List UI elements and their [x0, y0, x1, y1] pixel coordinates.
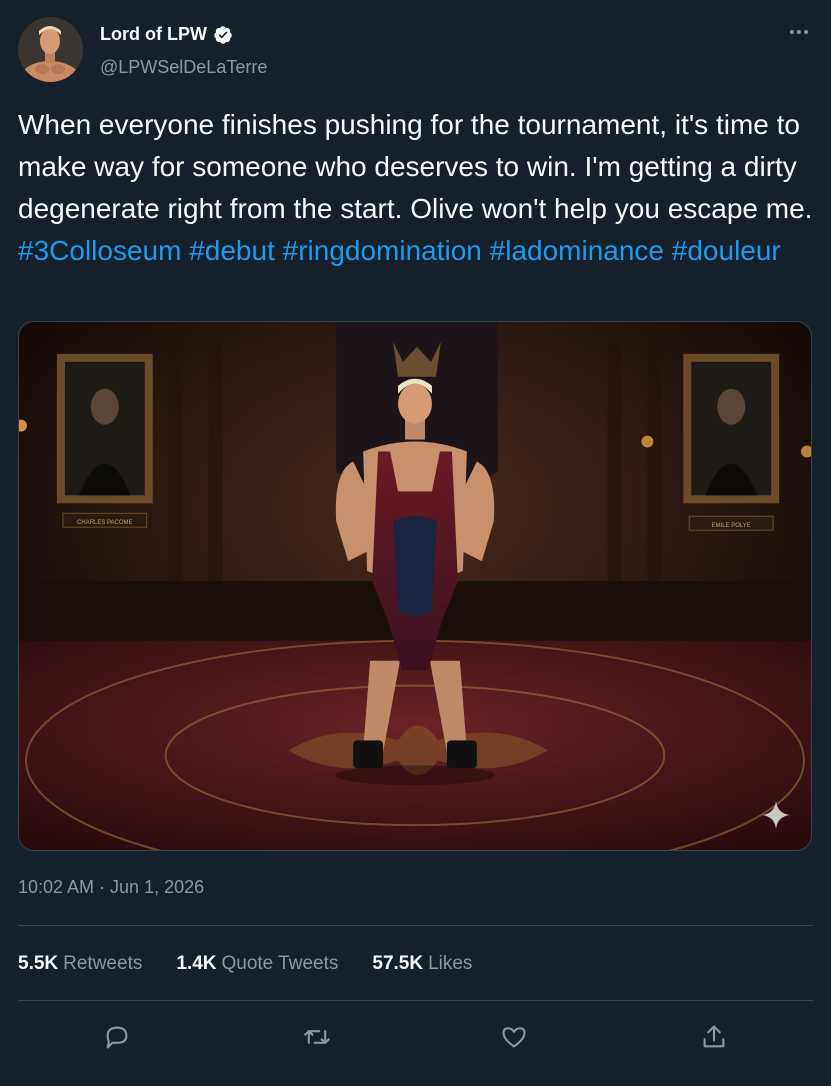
- likes-stat[interactable]: 57.5K Likes: [372, 953, 472, 975]
- wrestler-scene: CHARLES PACOME EMILE POLYE: [19, 322, 811, 850]
- more-icon[interactable]: [787, 22, 811, 42]
- sparkle-icon: [761, 800, 791, 830]
- like-button[interactable]: [494, 1017, 534, 1057]
- hashtag-link[interactable]: #ringdomination: [283, 235, 482, 266]
- tweet-timestamp[interactable]: 10:02 AM · Jun 1, 2026: [18, 877, 204, 898]
- reply-button[interactable]: [97, 1017, 137, 1057]
- quote-tweets-count: 1.4K: [176, 953, 217, 974]
- divider: [18, 925, 813, 926]
- retweets-count: 5.5K: [18, 953, 59, 974]
- hashtag-link[interactable]: #douleur: [672, 235, 781, 266]
- retweets-stat[interactable]: 5.5K Retweets: [18, 953, 142, 975]
- engagement-stats: 5.5K Retweets 1.4K Quote Tweets 57.5K Likes: [18, 953, 472, 975]
- portrait-left-caption: CHARLES PACOME: [77, 520, 132, 526]
- display-name[interactable]: Lord of LPW: [100, 24, 207, 45]
- portrait-right-caption: EMILE POLYE: [712, 523, 751, 529]
- quote-tweets-label: Quote Tweets: [221, 953, 339, 974]
- tweet: Lord of LPW @LPWSelDeLaTerre When everyo…: [0, 0, 831, 1086]
- reply-icon: [106, 1026, 128, 1049]
- likes-label: Likes: [428, 953, 473, 974]
- share-button[interactable]: [694, 1017, 734, 1057]
- divider: [18, 1000, 813, 1001]
- avatar-image: [18, 17, 83, 82]
- share-icon: [703, 1025, 725, 1048]
- hashtag-link[interactable]: #debut: [189, 235, 275, 266]
- quote-tweets-stat[interactable]: 1.4K Quote Tweets: [176, 953, 338, 975]
- hashtag-link[interactable]: #ladominance: [490, 235, 664, 266]
- tweet-media-image[interactable]: CHARLES PACOME EMILE POLYE: [18, 321, 812, 851]
- avatar[interactable]: [18, 17, 83, 82]
- retweet-button[interactable]: [297, 1017, 337, 1057]
- hashtag-link[interactable]: #3Colloseum: [18, 235, 181, 266]
- tweet-body: When everyone finishes pushing for the t…: [18, 109, 813, 224]
- author-name-row[interactable]: Lord of LPW: [100, 24, 233, 45]
- retweets-label: Retweets: [63, 953, 143, 974]
- verified-badge-icon: [214, 25, 232, 44]
- like-icon: [502, 1027, 526, 1048]
- retweet-icon: [304, 1030, 330, 1044]
- action-bar: [0, 1014, 831, 1060]
- tweet-text: When everyone finishes pushing for the t…: [18, 104, 818, 272]
- likes-count: 57.5K: [372, 953, 424, 974]
- user-handle[interactable]: @LPWSelDeLaTerre: [100, 57, 267, 78]
